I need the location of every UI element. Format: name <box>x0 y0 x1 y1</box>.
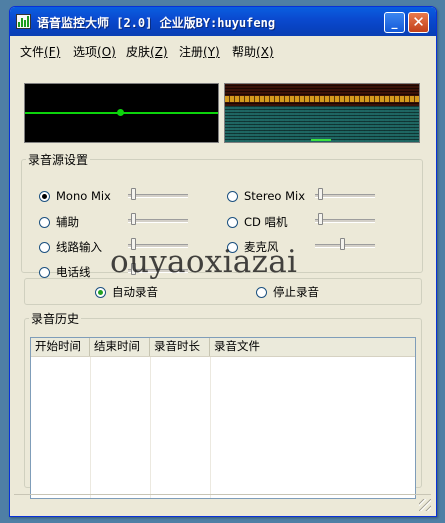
source-line-in[interactable]: 线路输入 <box>39 239 102 255</box>
phone-line-label: 电话线 <box>56 265 91 279</box>
mono-mix-slider[interactable] <box>128 188 188 202</box>
bar-chart-icon <box>16 14 31 29</box>
menu-skin[interactable]: 皮肤(Z) <box>126 43 168 60</box>
title-bar[interactable]: 语音监控大师 [2.0] 企业版BY:huyufeng _ ✕ <box>10 7 436 36</box>
column-end-time[interactable]: 结束时间 <box>90 338 150 356</box>
column-start-time[interactable]: 开始时间 <box>31 338 90 356</box>
history-group: 录音历史 开始时间 结束时间 录音时长 录音文件 <box>24 310 422 499</box>
spectrum-bars <box>225 106 419 142</box>
source-cd[interactable]: CD 唱机 <box>227 214 288 230</box>
stereo-mix-label: Stereo Mix <box>244 189 306 203</box>
slider-thumb[interactable] <box>131 213 136 225</box>
status-bar <box>14 494 431 511</box>
cd-label: CD 唱机 <box>244 215 288 229</box>
slider-track <box>128 219 188 223</box>
record-mode-group: 自动录音 停止录音 <box>24 278 422 305</box>
mono-mix-label: Mono Mix <box>56 189 111 203</box>
auto-record-radio[interactable] <box>95 287 106 298</box>
mono-mix-radio[interactable] <box>39 191 50 202</box>
auto-record-option[interactable]: 自动录音 <box>95 284 158 300</box>
source-aux[interactable]: 辅助 <box>39 214 79 230</box>
column-file[interactable]: 录音文件 <box>210 338 415 356</box>
menu-help[interactable]: 帮助(X) <box>232 43 274 60</box>
phone-line-radio[interactable] <box>39 267 50 278</box>
stereo-mix-slider[interactable] <box>315 188 375 202</box>
menu-help-label: 帮助 <box>232 45 257 59</box>
menu-file-label: 文件 <box>20 45 45 59</box>
menu-bar: 文件(F) 选项(O) 皮肤(Z) 注册(Y) 帮助(X) <box>10 38 436 60</box>
menu-register-label: 注册 <box>179 45 204 59</box>
history-table-header: 开始时间 结束时间 录音时长 录音文件 <box>31 338 415 357</box>
line-in-radio[interactable] <box>39 242 50 253</box>
menu-file-accel: (F) <box>44 45 61 59</box>
source-settings-legend: 录音源设置 <box>28 153 89 167</box>
aux-label: 辅助 <box>56 215 79 229</box>
menu-help-accel: (X) <box>256 45 274 59</box>
waveform-marker <box>117 109 124 116</box>
column-divider <box>150 357 151 498</box>
stop-record-option[interactable]: 停止录音 <box>256 284 319 300</box>
history-table[interactable]: 开始时间 结束时间 录音时长 录音文件 <box>30 337 416 499</box>
menu-options[interactable]: 选项(O) <box>73 43 116 60</box>
slider-track <box>315 219 375 223</box>
spectrum-peak-band <box>225 96 419 102</box>
resize-grip-icon[interactable] <box>419 499 431 511</box>
microphone-slider[interactable] <box>315 238 375 252</box>
column-duration[interactable]: 录音时长 <box>150 338 210 356</box>
menu-options-accel: (O) <box>97 45 116 59</box>
spectrum-level-indicator <box>311 139 331 141</box>
aux-slider[interactable] <box>128 213 188 227</box>
slider-thumb[interactable] <box>318 188 323 200</box>
slider-track <box>315 244 375 248</box>
minimize-button[interactable]: _ <box>384 12 405 33</box>
column-divider <box>90 357 91 498</box>
stop-record-radio[interactable] <box>256 287 267 298</box>
slider-track <box>128 194 188 198</box>
stereo-mix-radio[interactable] <box>227 191 238 202</box>
cd-slider[interactable] <box>315 213 375 227</box>
menu-options-label: 选项 <box>73 45 98 59</box>
aux-radio[interactable] <box>39 217 50 228</box>
history-legend: 录音历史 <box>31 312 80 326</box>
auto-record-label: 自动录音 <box>112 285 158 299</box>
oscilloscope-display <box>24 83 219 143</box>
menu-skin-label: 皮肤 <box>126 45 151 59</box>
spectrum-analyzer <box>224 83 420 143</box>
slider-thumb[interactable] <box>131 188 136 200</box>
menu-register-accel: (Y) <box>203 45 220 59</box>
slider-thumb[interactable] <box>318 213 323 225</box>
slider-track <box>315 194 375 198</box>
column-divider <box>210 357 211 498</box>
menu-file[interactable]: 文件(F) <box>20 43 60 60</box>
cd-radio[interactable] <box>227 217 238 228</box>
spectrum-peak-area <box>225 84 419 106</box>
source-mono-mix[interactable]: Mono Mix <box>39 189 111 203</box>
menu-skin-accel: (Z) <box>150 45 168 59</box>
line-in-label: 线路输入 <box>56 240 102 254</box>
close-button[interactable]: ✕ <box>408 12 429 33</box>
menu-register[interactable]: 注册(Y) <box>179 43 220 60</box>
slider-thumb[interactable] <box>340 238 345 250</box>
window-title: 语音监控大师 [2.0] 企业版BY:huyufeng <box>37 16 276 30</box>
stop-record-label: 停止录音 <box>273 285 319 299</box>
watermark-text: ouyaoxiazai <box>110 244 298 280</box>
source-stereo-mix[interactable]: Stereo Mix <box>227 189 305 203</box>
